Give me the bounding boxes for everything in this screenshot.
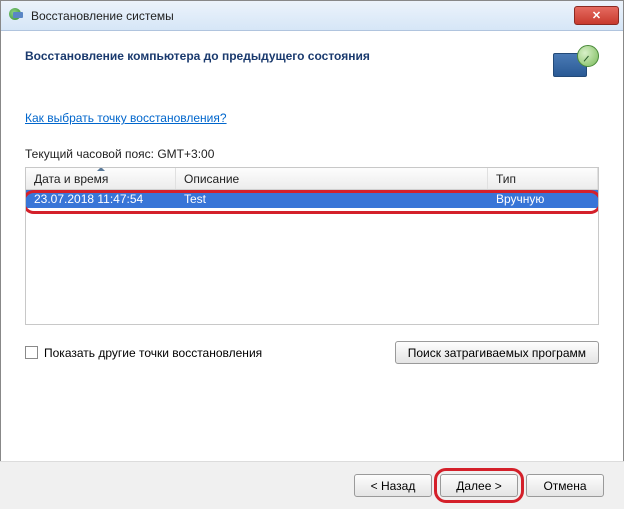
content-area: Восстановление компьютера до предыдущего… <box>1 31 623 461</box>
column-datetime-label: Дата и время <box>34 172 108 186</box>
show-more-label: Показать другие точки восстановления <box>44 346 262 360</box>
cell-datetime: 23.07.2018 11:47:54 <box>26 190 176 208</box>
cancel-button[interactable]: Отмена <box>526 474 604 497</box>
table-row[interactable]: 23.07.2018 11:47:54 Test Вручную <box>26 190 598 208</box>
next-button[interactable]: Далее > <box>440 474 518 497</box>
back-button[interactable]: < Назад <box>354 474 432 497</box>
show-more-checkbox[interactable] <box>25 346 38 359</box>
show-more-checkbox-group[interactable]: Показать другие точки восстановления <box>25 346 385 360</box>
restore-icon <box>551 45 599 85</box>
scan-programs-button[interactable]: Поиск затрагиваемых программ <box>395 341 599 364</box>
column-description[interactable]: Описание <box>176 168 488 189</box>
cell-description: Test <box>176 190 488 208</box>
sort-indicator-icon <box>97 167 105 171</box>
page-heading: Восстановление компьютера до предыдущего… <box>25 45 541 63</box>
column-datetime[interactable]: Дата и время <box>26 168 176 189</box>
window-title: Восстановление системы <box>31 9 574 23</box>
restore-points-table: Дата и время Описание Тип 23.07.2018 11:… <box>25 167 599 325</box>
table-header: Дата и время Описание Тип <box>26 168 598 190</box>
close-button[interactable]: ✕ <box>574 6 619 25</box>
wizard-footer: < Назад Далее > Отмена <box>0 461 624 509</box>
column-type[interactable]: Тип <box>488 168 598 189</box>
help-link[interactable]: Как выбрать точку восстановления? <box>25 111 227 125</box>
titlebar: Восстановление системы ✕ <box>1 1 623 31</box>
timezone-label: Текущий часовой пояс: GMT+3:00 <box>25 147 599 161</box>
cell-type: Вручную <box>488 190 598 208</box>
system-restore-icon <box>9 8 25 24</box>
